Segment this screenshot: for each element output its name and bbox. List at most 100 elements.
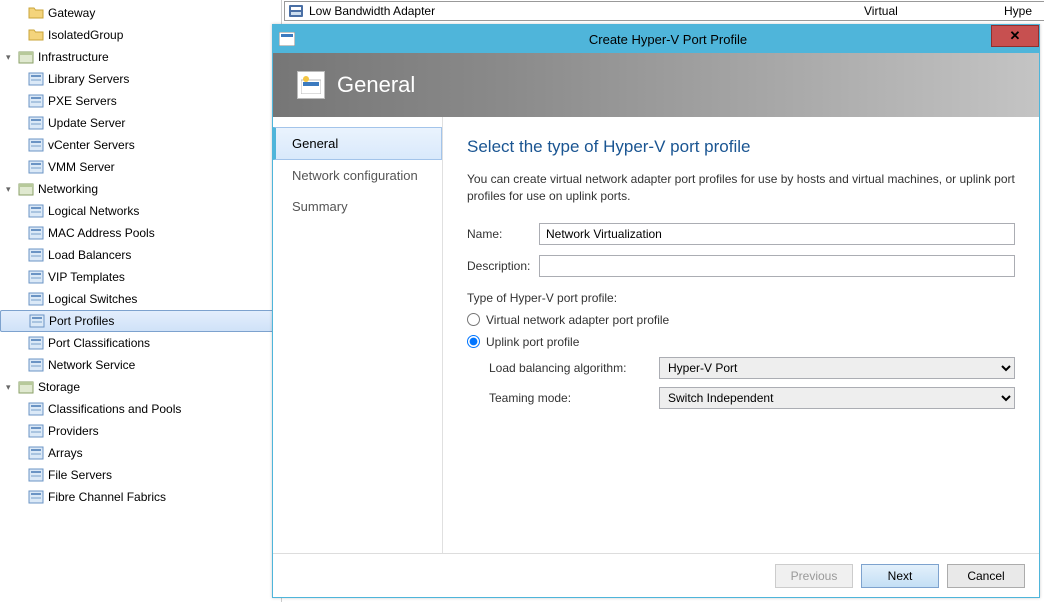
radio-uplink[interactable]: Uplink port profile: [467, 335, 1015, 349]
expand-icon[interactable]: ▾: [6, 184, 16, 195]
step-network-configuration[interactable]: Network configuration: [273, 160, 442, 191]
step-nav: GeneralNetwork configurationSummary: [273, 117, 443, 553]
description-field[interactable]: [539, 255, 1015, 277]
tree-item-network-service[interactable]: Network Service: [0, 354, 281, 376]
cancel-button[interactable]: Cancel: [947, 564, 1025, 588]
tree-item-mac-address-pools[interactable]: MAC Address Pools: [0, 222, 281, 244]
tree-item-file-servers[interactable]: File Servers: [0, 464, 281, 486]
radio-uplink-input[interactable]: [467, 335, 480, 348]
tree-item-label: Networking: [38, 182, 98, 196]
tree-item-fibre-channel-fabrics[interactable]: Fibre Channel Fabrics: [0, 486, 281, 508]
tree-item-arrays[interactable]: Arrays: [0, 442, 281, 464]
close-button[interactable]: ✕: [991, 25, 1039, 47]
tree-item-label: vCenter Servers: [48, 138, 135, 152]
dialog-title: Create Hyper-V Port Profile: [297, 32, 1039, 47]
tree-icon: [28, 203, 44, 219]
tree-item-label: Network Service: [48, 358, 135, 372]
tree-icon: [28, 225, 44, 241]
next-button[interactable]: Next: [861, 564, 939, 588]
tree-item-label: Library Servers: [48, 72, 129, 86]
tree-item-label: MAC Address Pools: [48, 226, 155, 240]
tree-icon: [29, 313, 45, 329]
row-extra: Hype: [1004, 4, 1044, 18]
name-field[interactable]: [539, 223, 1015, 245]
tree-item-label: Gateway: [48, 6, 95, 20]
banner-icon: [297, 71, 325, 99]
tree-icon: [28, 445, 44, 461]
tree-icon: [18, 379, 34, 395]
teaming-select[interactable]: Switch Independent: [659, 387, 1015, 409]
tree-item-label: Port Profiles: [49, 314, 114, 328]
tree-icon: [28, 5, 44, 21]
step-general[interactable]: General: [273, 127, 442, 160]
tree-icon: [28, 71, 44, 87]
tree-item-networking[interactable]: ▾ Networking: [0, 178, 281, 200]
tree-item-label: Load Balancers: [48, 248, 131, 262]
fabric-tree: Gateway IsolatedGroup ▾ Infrastructure Libra…: [0, 0, 282, 602]
tree-item-label: VIP Templates: [48, 270, 125, 284]
name-label: Name:: [467, 227, 539, 241]
tree-icon: [18, 181, 34, 197]
tree-icon: [28, 137, 44, 153]
tree-icon: [28, 357, 44, 373]
tree-icon: [28, 489, 44, 505]
expand-icon[interactable]: ▾: [6, 382, 16, 393]
tree-item-label: VMM Server: [48, 160, 115, 174]
tree-item-classifications-and-pools[interactable]: Classifications and Pools: [0, 398, 281, 420]
tree-item-port-profiles[interactable]: Port Profiles: [0, 310, 281, 332]
lba-select[interactable]: Hyper-V Port: [659, 357, 1015, 379]
radio-virtual-adapter-input[interactable]: [467, 313, 480, 326]
wizard-page: Select the type of Hyper-V port profile …: [443, 117, 1039, 553]
tree-icon: [28, 269, 44, 285]
tree-item-label: Infrastructure: [38, 50, 109, 64]
tree-item-vcenter-servers[interactable]: vCenter Servers: [0, 134, 281, 156]
list-row[interactable]: Low Bandwidth Adapter Virtual Hype: [284, 1, 1044, 21]
tree-item-label: Update Server: [48, 116, 125, 130]
tree-item-label: Providers: [48, 424, 99, 438]
tree-icon: [28, 27, 44, 43]
tree-item-providers[interactable]: Providers: [0, 420, 281, 442]
create-port-profile-dialog: Create Hyper-V Port Profile ✕ General Ge…: [272, 24, 1040, 598]
expand-icon[interactable]: ▾: [6, 52, 16, 63]
tree-item-isolatedgroup[interactable]: IsolatedGroup: [0, 24, 281, 46]
tree-icon: [28, 159, 44, 175]
tree-item-library-servers[interactable]: Library Servers: [0, 68, 281, 90]
tree-item-logical-networks[interactable]: Logical Networks: [0, 200, 281, 222]
close-icon: ✕: [1010, 28, 1021, 44]
tree-item-label: File Servers: [48, 468, 112, 482]
profile-icon: [285, 5, 307, 17]
tree-icon: [28, 247, 44, 263]
description-label: Description:: [467, 259, 539, 273]
tree-item-update-server[interactable]: Update Server: [0, 112, 281, 134]
tree-item-gateway[interactable]: Gateway: [0, 2, 281, 24]
tree-icon: [28, 115, 44, 131]
radio-virtual-adapter[interactable]: Virtual network adapter port profile: [467, 313, 1015, 327]
lba-label: Load balancing algorithm:: [489, 361, 659, 375]
tree-item-label: Storage: [38, 380, 80, 394]
tree-item-vip-templates[interactable]: VIP Templates: [0, 266, 281, 288]
tree-item-infrastructure[interactable]: ▾ Infrastructure: [0, 46, 281, 68]
titlebar[interactable]: Create Hyper-V Port Profile ✕: [273, 25, 1039, 53]
type-label: Type of Hyper-V port profile:: [467, 291, 1015, 305]
tree-icon: [28, 467, 44, 483]
tree-icon: [28, 335, 44, 351]
tree-item-vmm-server[interactable]: VMM Server: [0, 156, 281, 178]
tree-icon: [28, 93, 44, 109]
previous-button: Previous: [775, 564, 853, 588]
tree-item-logical-switches[interactable]: Logical Switches: [0, 288, 281, 310]
tree-item-label: Fibre Channel Fabrics: [48, 490, 166, 504]
tree-item-label: Classifications and Pools: [48, 402, 181, 416]
tree-item-label: Arrays: [48, 446, 83, 460]
tree-item-storage[interactable]: ▾ Storage: [0, 376, 281, 398]
wizard-banner: General: [273, 53, 1039, 117]
tree-icon: [28, 423, 44, 439]
tree-icon: [28, 291, 44, 307]
step-summary[interactable]: Summary: [273, 191, 442, 222]
tree-item-port-classifications[interactable]: Port Classifications: [0, 332, 281, 354]
tree-item-pxe-servers[interactable]: PXE Servers: [0, 90, 281, 112]
tree-item-label: Logical Networks: [48, 204, 139, 218]
tree-item-label: PXE Servers: [48, 94, 117, 108]
app-icon: [277, 29, 297, 49]
row-type: Virtual: [864, 4, 1004, 18]
tree-item-load-balancers[interactable]: Load Balancers: [0, 244, 281, 266]
